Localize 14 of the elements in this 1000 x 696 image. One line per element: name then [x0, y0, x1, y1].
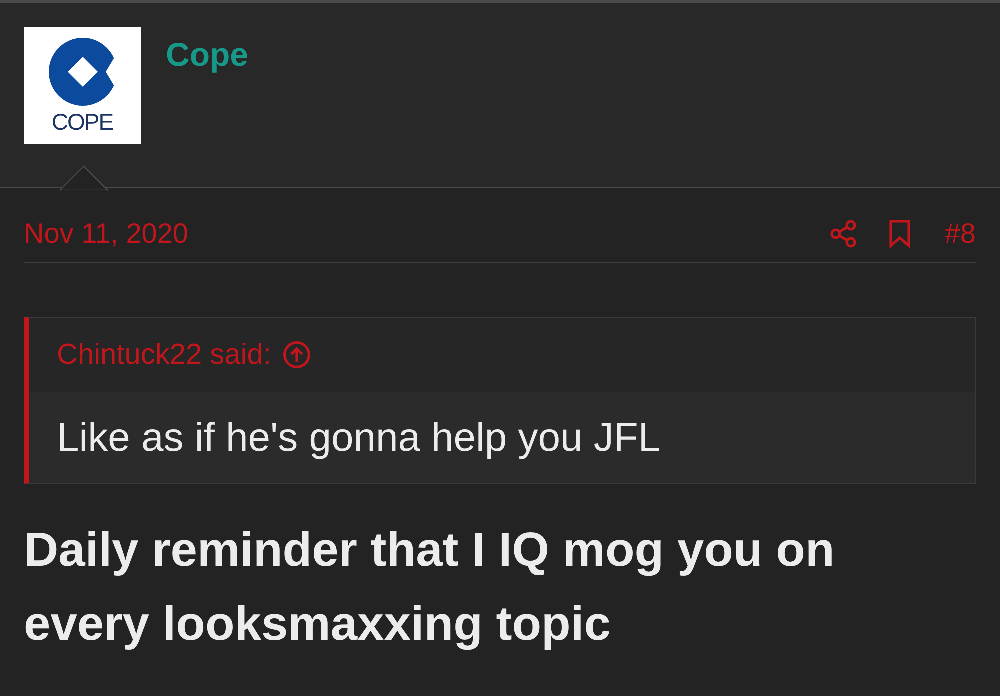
post-body-text: Daily reminder that I IQ mog you on every looksmaxxing topic	[24, 523, 836, 653]
username-link[interactable]: Cope	[166, 38, 248, 71]
avatar[interactable]: COPE	[24, 27, 141, 144]
share-icon	[830, 220, 858, 248]
quote-text: Like as if he's gonna help you JFL	[57, 418, 661, 458]
logo-text: COPE	[52, 111, 114, 134]
bookmark-button[interactable]	[886, 218, 913, 250]
share-button[interactable]	[828, 218, 859, 250]
quote-attribution[interactable]: Chintuck22 said:	[57, 340, 272, 370]
post-date[interactable]: Nov 11, 2020	[24, 220, 188, 248]
post-number-link[interactable]: #8	[944, 220, 976, 248]
bookmark-icon	[888, 220, 911, 248]
arrow-up-circle-icon[interactable]	[283, 341, 312, 369]
logo-mark-icon	[48, 38, 116, 106]
